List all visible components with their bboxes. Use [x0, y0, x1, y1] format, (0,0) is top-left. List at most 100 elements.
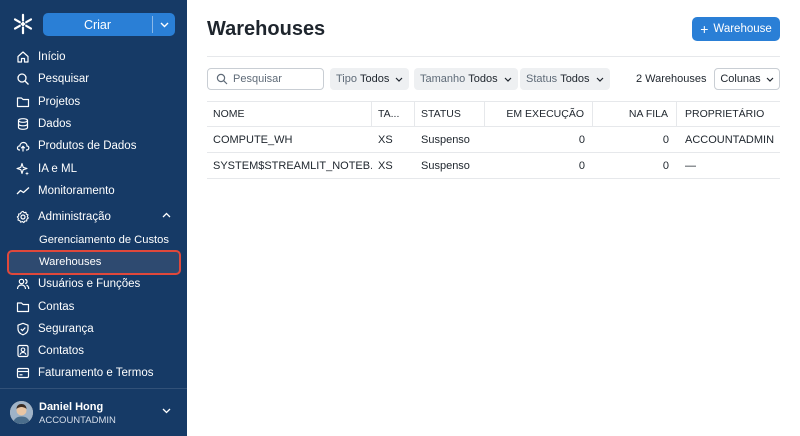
activity-icon — [16, 184, 30, 198]
cell-proprietario: — — [685, 159, 696, 172]
cell-em-execucao: 0 — [578, 159, 585, 172]
sidebar-item-usuarios-e-funcoes[interactable]: Usuários e Funções — [0, 274, 187, 294]
table-row[interactable]: SYSTEM$STREAMLIT_NOTEB... XS Suspenso 0 … — [207, 153, 780, 179]
snowflake-logo-icon[interactable] — [12, 13, 34, 35]
sidebar-item-pesquisar[interactable]: Pesquisar — [0, 69, 187, 89]
sidebar-item-label: Usuários e Funções — [38, 278, 141, 290]
sidebar-item-dados[interactable]: Dados — [0, 114, 187, 134]
chevron-down-icon — [596, 77, 603, 82]
user-name: Daniel Hong — [39, 401, 104, 413]
table-header: NOME TA... STATUS EM EXECUÇÃO NA FILA PR… — [207, 101, 780, 127]
create-button[interactable]: Criar — [43, 13, 175, 36]
sidebar: Criar Início Pesquisar Projetos Dados Pr… — [0, 0, 187, 436]
cell-tamanho: XS — [378, 133, 393, 146]
sidebar-item-contas[interactable]: Contas — [0, 297, 187, 317]
sidebar-item-label: Dados — [38, 118, 72, 130]
sidebar-item-label: Gerenciamento de Custos — [39, 234, 169, 246]
sidebar-item-label: Faturamento e Termos — [38, 367, 154, 379]
user-menu[interactable]: Daniel Hong ACCOUNTADMIN — [0, 396, 187, 432]
sidebar-item-administracao[interactable]: Administração — [0, 207, 187, 227]
column-header-em-execucao[interactable]: EM EXECUÇÃO — [485, 102, 593, 126]
sidebar-item-inicio[interactable]: Início — [0, 47, 187, 67]
columns-label: Colunas — [720, 73, 761, 85]
billing-icon — [16, 366, 30, 380]
warehouse-count: 2 Warehouses — [636, 73, 707, 85]
sidebar-item-projetos[interactable]: Projetos — [0, 92, 187, 112]
filter-label: Tamanho — [420, 73, 466, 85]
search-icon — [216, 73, 228, 85]
users-icon — [16, 277, 30, 291]
title-divider — [207, 56, 780, 57]
create-button-label[interactable]: Criar — [43, 13, 152, 36]
column-header-nome[interactable]: NOME — [207, 102, 372, 126]
cell-status: Suspenso — [421, 159, 470, 172]
sidebar-item-ia-e-ml[interactable]: IA e ML — [0, 159, 187, 179]
filter-status[interactable]: Status Todos — [520, 68, 610, 90]
cell-tamanho: XS — [378, 159, 393, 172]
warehouses-table: NOME TA... STATUS EM EXECUÇÃO NA FILA PR… — [207, 101, 780, 179]
create-dropdown-toggle[interactable] — [153, 13, 175, 36]
chevron-down-icon[interactable] — [162, 408, 171, 414]
folder-icon — [16, 300, 30, 314]
sidebar-item-contatos[interactable]: Contatos — [0, 341, 187, 361]
avatar — [10, 401, 33, 424]
column-header-status[interactable]: STATUS — [415, 102, 485, 126]
contact-icon — [16, 344, 30, 358]
page-title: Warehouses — [207, 18, 326, 40]
columns-button[interactable]: Colunas — [714, 68, 780, 90]
cloud-upload-icon — [16, 139, 30, 153]
folder-icon — [16, 95, 30, 109]
table-row[interactable]: COMPUTE_WH XS Suspenso 0 0 ACCOUNTADMIN — [207, 127, 780, 153]
main-content: Warehouses + Warehouse Tipo Todos Tamanh… — [187, 0, 800, 436]
filter-value: Todos — [560, 73, 590, 85]
cell-proprietario: ACCOUNTADMIN — [685, 133, 775, 146]
column-header-tamanho[interactable]: TA... — [372, 102, 415, 126]
sidebar-item-label: Administração — [38, 211, 111, 223]
filter-tamanho[interactable]: Tamanho Todos — [414, 68, 518, 90]
sidebar-item-label: Pesquisar — [38, 73, 90, 85]
chevron-down-icon — [766, 77, 774, 82]
sparkle-icon — [16, 162, 30, 176]
home-icon — [16, 50, 30, 64]
filter-value: Todos — [360, 73, 390, 85]
gear-icon — [16, 210, 30, 224]
sidebar-item-produtos-de-dados[interactable]: Produtos de Dados — [0, 136, 187, 156]
sidebar-item-label: IA e ML — [38, 163, 77, 175]
sidebar-item-label: Segurança — [38, 323, 94, 335]
sidebar-item-label: Início — [38, 51, 66, 63]
cell-em-execucao: 0 — [578, 133, 585, 146]
filter-tipo[interactable]: Tipo Todos — [330, 68, 410, 90]
add-warehouse-button[interactable]: + Warehouse — [692, 17, 780, 41]
sidebar-item-label: Produtos de Dados — [38, 140, 137, 152]
user-role: ACCOUNTADMIN — [39, 415, 116, 426]
column-header-na-fila[interactable]: NA FILA — [593, 102, 677, 126]
cell-na-fila: 0 — [662, 159, 669, 172]
sidebar-item-label: Contatos — [38, 345, 85, 357]
cell-nome: SYSTEM$STREAMLIT_NOTEB... — [213, 159, 372, 172]
sidebar-item-gerenciamento-de-custos[interactable]: Gerenciamento de Custos — [0, 230, 187, 250]
filter-label: Tipo — [336, 73, 357, 85]
chevron-down-icon — [395, 77, 403, 82]
sidebar-item-seguranca[interactable]: Segurança — [0, 319, 187, 339]
sidebar-item-monitoramento[interactable]: Monitoramento — [0, 181, 187, 201]
search-input[interactable] — [233, 73, 313, 85]
cell-na-fila: 0 — [662, 133, 669, 146]
sidebar-item-label: Projetos — [38, 96, 81, 108]
search-icon — [16, 72, 30, 86]
plus-icon: + — [700, 21, 709, 37]
chevron-down-icon — [160, 22, 168, 27]
search-box[interactable] — [207, 68, 324, 90]
chevron-up-icon[interactable] — [162, 212, 171, 218]
filter-label: Status — [526, 73, 558, 85]
chevron-down-icon — [504, 77, 512, 82]
sidebar-item-faturamento-e-termos[interactable]: Faturamento e Termos — [0, 363, 187, 383]
filter-value: Todos — [468, 73, 498, 85]
sidebar-item-warehouses[interactable]: Warehouses — [0, 252, 187, 272]
sidebar-item-label: Warehouses — [39, 256, 102, 268]
cell-status: Suspenso — [421, 133, 470, 146]
cell-nome: COMPUTE_WH — [213, 133, 293, 146]
sidebar-divider — [0, 388, 187, 389]
sidebar-item-label: Contas — [38, 301, 75, 313]
sidebar-item-label: Monitoramento — [38, 185, 115, 197]
column-header-proprietario[interactable]: PROPRIETÁRIO — [677, 102, 780, 126]
